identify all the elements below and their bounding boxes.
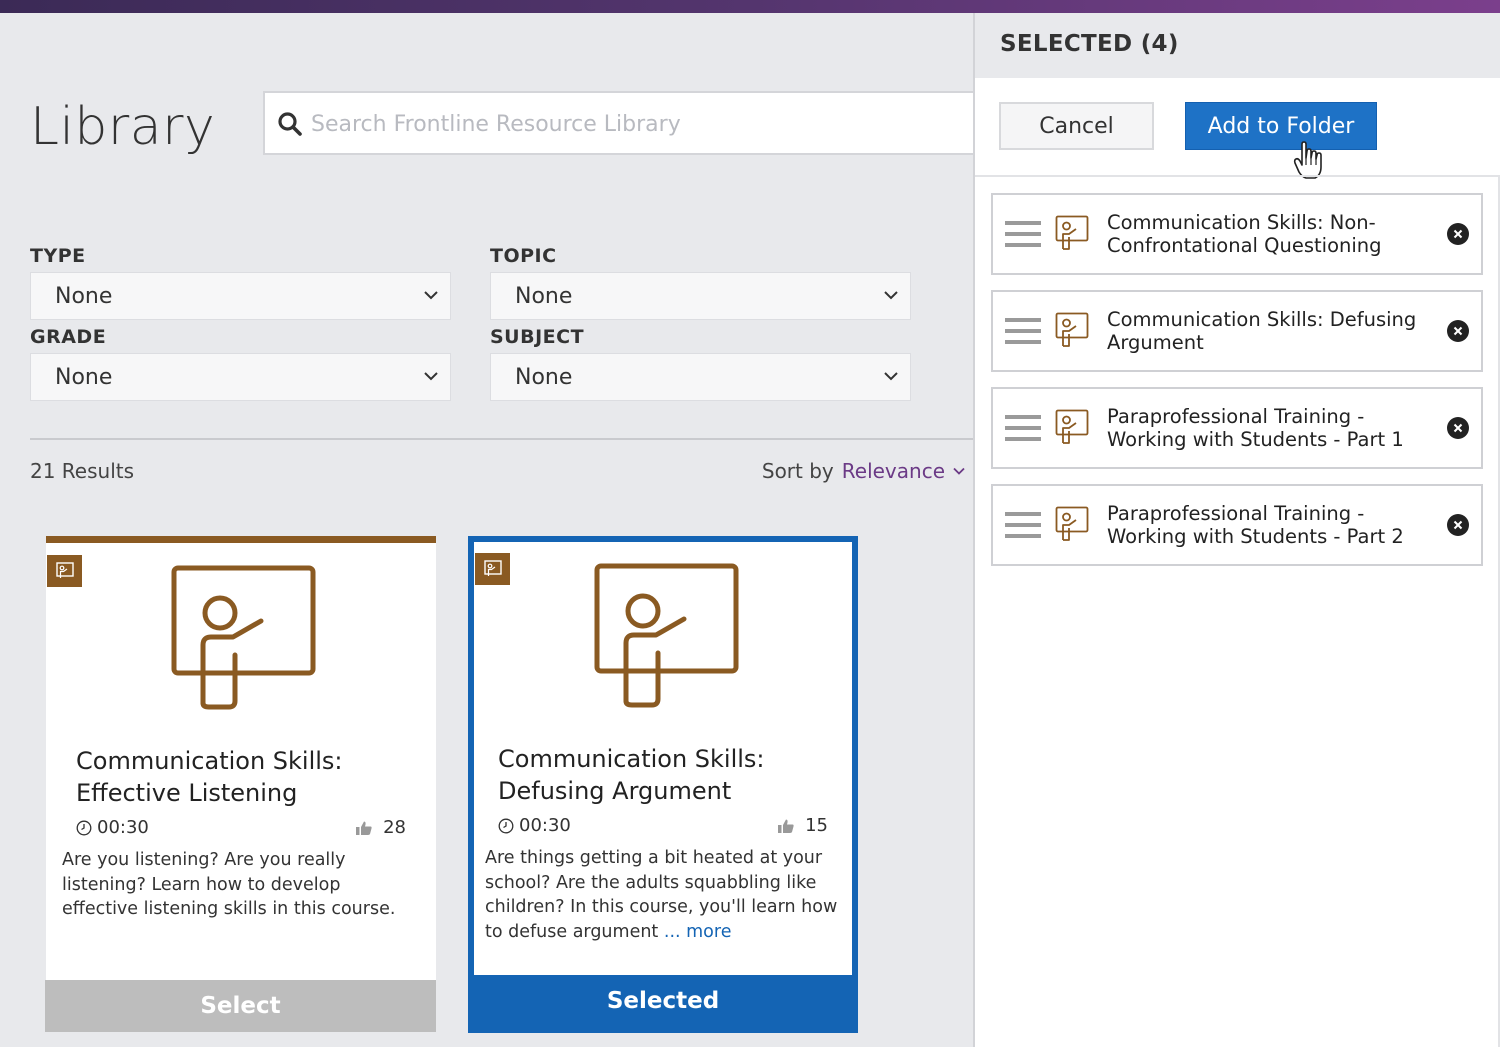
card-description: Are things getting a bit heated at your … <box>485 848 838 942</box>
selected-item[interactable]: Paraprofessional Training - Working with… <box>991 387 1483 469</box>
selected-item[interactable]: Paraprofessional Training - Working with… <box>991 484 1483 566</box>
chevron-down-icon <box>424 291 438 300</box>
selected-item[interactable]: Communication Skills: Defusing Argument <box>991 290 1483 372</box>
search-box[interactable] <box>263 91 973 155</box>
clock-icon <box>76 820 92 835</box>
remove-item-button[interactable] <box>1447 417 1469 439</box>
remove-item-button[interactable] <box>1447 320 1469 342</box>
filter-topic-label: TOPIC <box>490 245 557 267</box>
filter-topic-value: None <box>515 284 573 309</box>
clock-icon <box>498 818 514 833</box>
card-description: Are you listening? Are you really listen… <box>62 850 396 919</box>
selected-panel: SELECTED (4) Cancel Add to Folder Commun… <box>973 13 1500 1047</box>
presenter-board-icon <box>1055 312 1089 347</box>
card-duration: 00:30 <box>498 815 571 836</box>
library-main: Library TYPE None TOPIC None GRADE None … <box>0 13 973 1047</box>
duration-value: 00:30 <box>519 815 571 836</box>
sort-label: Sort by <box>761 459 834 483</box>
close-icon <box>1453 229 1463 239</box>
close-icon <box>1453 326 1463 336</box>
remove-item-button[interactable] <box>1447 223 1469 245</box>
select-button[interactable]: Select <box>45 980 436 1032</box>
card-likes: 15 <box>777 815 828 836</box>
filter-type-label: TYPE <box>30 245 86 267</box>
filter-grade-select[interactable]: None <box>30 353 451 401</box>
filter-topic-select[interactable]: None <box>490 272 911 320</box>
resource-card-selected[interactable]: Communication Skills: Defusing Argument … <box>468 536 858 1033</box>
remove-item-button[interactable] <box>1447 514 1469 536</box>
selected-count-title: SELECTED (4) <box>1000 31 1179 57</box>
results-divider <box>30 438 973 440</box>
selected-panel-header: SELECTED (4) <box>975 13 1500 78</box>
selected-item[interactable]: Communication Skills: Non-Confrontationa… <box>991 193 1483 275</box>
selected-item-label: Paraprofessional Training - Working with… <box>1107 405 1404 451</box>
search-icon <box>278 112 302 136</box>
filter-subject-select[interactable]: None <box>490 353 911 401</box>
sort-value[interactable]: Relevance <box>842 459 945 483</box>
presenter-board-icon <box>171 565 316 710</box>
drag-handle-icon[interactable] <box>1005 510 1041 540</box>
chevron-down-icon <box>424 372 438 381</box>
top-brand-bar <box>0 0 1500 13</box>
selected-item-label: Communication Skills: Defusing Argument <box>1107 308 1417 354</box>
filter-subject-value: None <box>515 365 573 390</box>
search-input[interactable] <box>311 107 951 141</box>
selected-item-label: Paraprofessional Training - Working with… <box>1107 502 1404 548</box>
add-to-folder-button[interactable]: Add to Folder <box>1185 102 1377 150</box>
selected-button[interactable]: Selected <box>474 975 852 1027</box>
filter-grade-label: GRADE <box>30 326 107 348</box>
chevron-down-icon <box>884 291 898 300</box>
filter-type-value: None <box>55 284 113 309</box>
course-type-badge <box>475 553 510 585</box>
card-title[interactable]: Communication Skills: Defusing Argument <box>498 743 838 807</box>
course-type-badge <box>47 555 82 587</box>
presenter-board-icon <box>1055 409 1089 444</box>
presenter-board-icon <box>1055 215 1089 250</box>
page-title: Library <box>30 97 216 157</box>
chevron-down-icon <box>953 467 965 475</box>
presenter-board-icon <box>1055 506 1089 541</box>
cancel-button[interactable]: Cancel <box>999 102 1154 150</box>
drag-handle-icon[interactable] <box>1005 219 1041 249</box>
drag-handle-icon[interactable] <box>1005 316 1041 346</box>
likes-value: 28 <box>383 817 406 838</box>
selected-item-label: Communication Skills: Non-Confrontationa… <box>1107 211 1382 257</box>
panel-separator <box>975 175 1500 177</box>
close-icon <box>1453 520 1463 530</box>
filter-type-select[interactable]: None <box>30 272 451 320</box>
close-icon <box>1453 423 1463 433</box>
resource-card[interactable]: Communication Skills: Effective Listenin… <box>45 536 436 1032</box>
more-link[interactable]: ... more <box>664 922 732 942</box>
thumbs-up-icon <box>778 819 794 833</box>
results-count: 21 Results <box>30 459 135 483</box>
presenter-board-icon <box>55 562 74 578</box>
thumbs-up-icon <box>356 821 372 835</box>
presenter-board-icon <box>594 563 739 708</box>
filter-grade-value: None <box>55 365 113 390</box>
card-duration: 00:30 <box>76 817 149 838</box>
card-title[interactable]: Communication Skills: Effective Listenin… <box>76 745 416 809</box>
drag-handle-icon[interactable] <box>1005 413 1041 443</box>
likes-value: 15 <box>805 815 828 836</box>
presenter-board-icon <box>483 560 502 576</box>
chevron-down-icon <box>884 372 898 381</box>
duration-value: 00:30 <box>97 817 149 838</box>
sort-control[interactable]: Sort by Relevance <box>762 459 965 483</box>
card-likes: 28 <box>355 817 406 838</box>
filter-subject-label: SUBJECT <box>490 326 585 348</box>
